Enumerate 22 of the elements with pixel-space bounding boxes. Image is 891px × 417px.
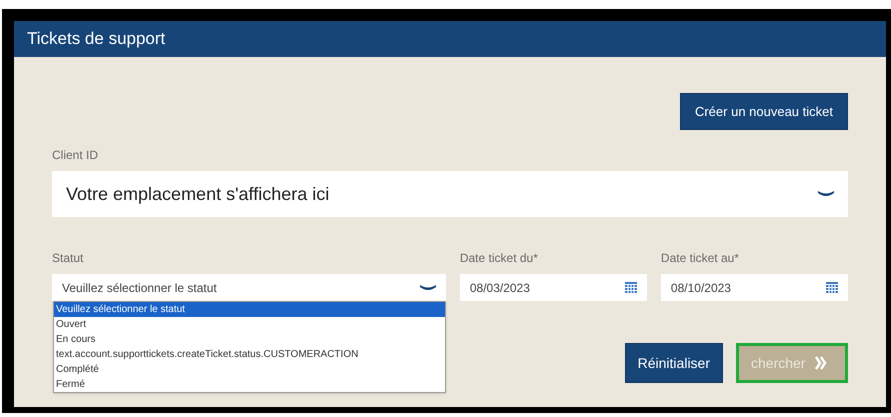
calendar-icon bbox=[826, 282, 838, 293]
date-field[interactable]: 08/03/2023 bbox=[460, 274, 647, 301]
dropdown-option[interactable]: text.account.supporttickets.createTicket.status.CUSTOMERACTION bbox=[54, 347, 445, 362]
dropdown-option[interactable]: Complété bbox=[54, 362, 445, 377]
create-ticket-button[interactable]: Créer un nouveau ticket bbox=[680, 93, 848, 130]
dropdown-option[interactable]: En cours bbox=[54, 332, 445, 347]
panel-title: Tickets de support bbox=[27, 28, 166, 50]
field-label: Date ticket du* bbox=[460, 250, 539, 266]
field-label: Date ticket au* bbox=[660, 250, 740, 266]
dropdown-option[interactable]: Fermé bbox=[54, 377, 445, 392]
field-label: Client ID bbox=[52, 147, 100, 163]
client-id-select[interactable]: Votre emplacement s'affichera ici bbox=[52, 171, 848, 217]
chevron-down-icon bbox=[420, 284, 436, 292]
dropdown-option[interactable]: Veuillez sélectionner le statut bbox=[54, 302, 445, 317]
chevron-down-icon bbox=[818, 190, 834, 198]
calendar-icon bbox=[624, 282, 637, 293]
double-chevron-icon bbox=[815, 356, 828, 370]
dropdown-option[interactable]: Ouvert bbox=[54, 317, 445, 332]
date-field[interactable]: 08/10/2023 bbox=[660, 274, 848, 301]
field-label: Statut bbox=[52, 250, 84, 266]
reset-button[interactable]: Réinitialiser bbox=[624, 343, 723, 383]
status-select[interactable]: Veuillez sélectionner le statut bbox=[52, 274, 446, 301]
